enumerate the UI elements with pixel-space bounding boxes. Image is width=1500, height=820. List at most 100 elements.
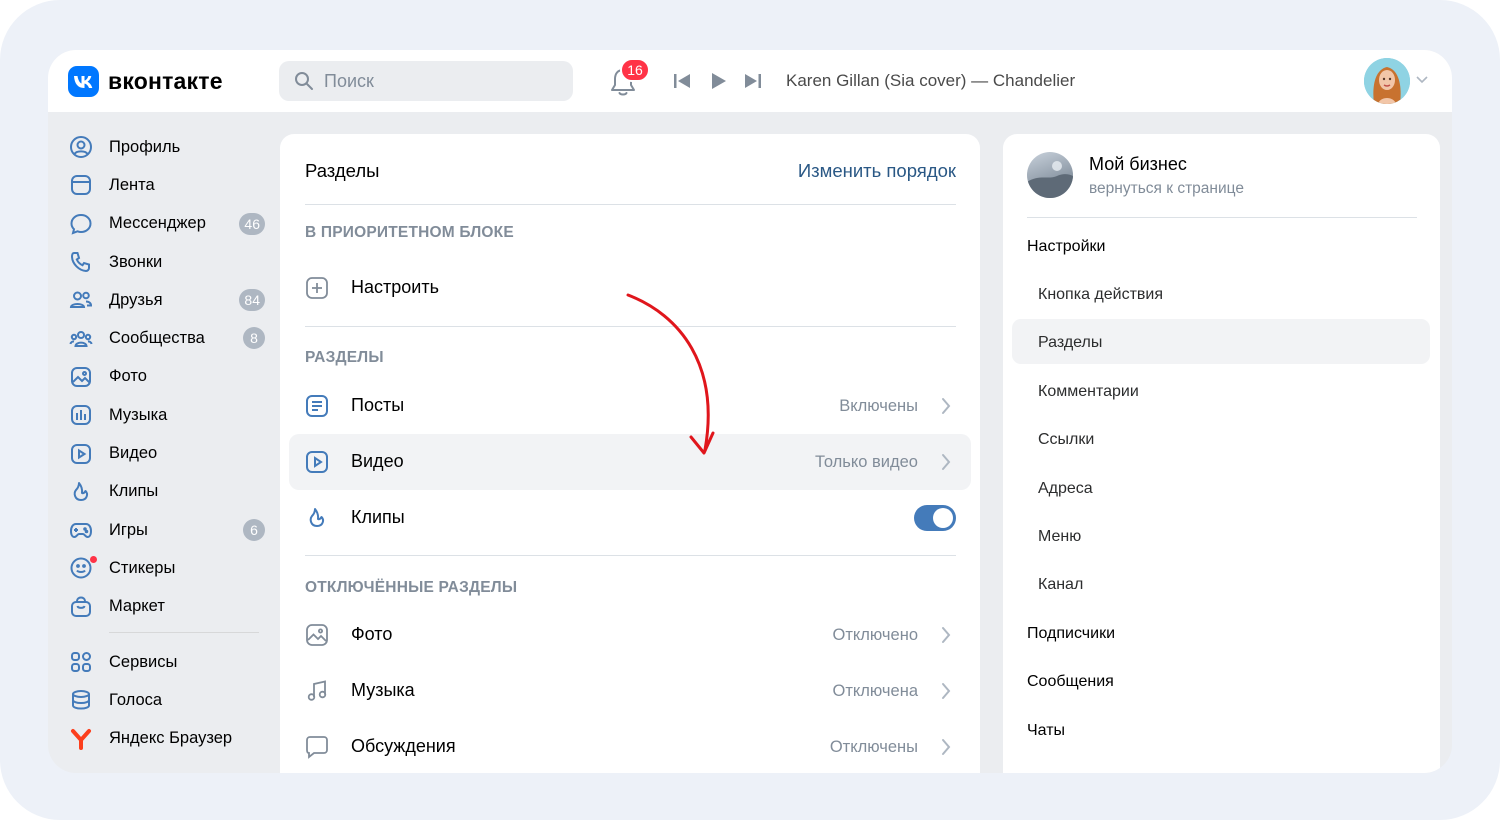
current-track[interactable]: Karen Gillan (Sia cover) — Chandelier: [786, 71, 1075, 91]
nav-count-badge: 8: [243, 327, 265, 350]
business-name[interactable]: Мой бизнес: [1089, 154, 1187, 175]
vk-logo-icon: [68, 66, 99, 97]
menu-messages[interactable]: Сообщения: [1027, 673, 1114, 691]
phone-icon: [68, 249, 94, 275]
nav-divider: [109, 631, 259, 633]
row-value: Отключено: [832, 626, 919, 644]
friends-icon: [68, 287, 94, 313]
gamepad-icon: [68, 517, 94, 543]
nav-item-communities[interactable]: Сообщества 8: [68, 319, 268, 357]
new-dot-indicator: [89, 555, 98, 565]
communities-icon: [68, 326, 94, 352]
section-row-clips: Клипы: [289, 490, 971, 546]
disabled-row-photo[interactable]: Фото Отключено: [289, 607, 971, 663]
clips-toggle[interactable]: [914, 505, 956, 531]
nav-label: Музыка: [109, 405, 168, 424]
play-icon[interactable]: [709, 72, 727, 90]
section-title-sections: РАЗДЕЛЫ: [305, 349, 384, 366]
nav-label: Сообщества: [109, 329, 205, 348]
menu-chats[interactable]: Чаты: [1027, 722, 1065, 740]
plus-square-icon: [306, 277, 328, 299]
search-icon: [295, 72, 313, 90]
row-label: Посты: [351, 395, 405, 415]
nav-count-badge: 6: [243, 518, 265, 541]
left-nav: Профиль Лента Мессенджер 46 Звонки Друзь…: [68, 128, 268, 758]
nav-item-feed[interactable]: Лента: [68, 166, 268, 204]
chevron-right-icon: [942, 739, 951, 755]
row-label: Фото: [351, 624, 393, 644]
business-avatar[interactable]: [1027, 152, 1073, 198]
section-title-disabled: ОТКЛЮЧЁННЫЕ РАЗДЕЛЫ: [305, 579, 518, 596]
chevron-right-icon: [942, 398, 951, 414]
nav-item-clips[interactable]: Клипы: [68, 473, 268, 511]
menu-addresses[interactable]: Адреса: [1038, 480, 1093, 498]
menu-subscribers[interactable]: Подписчики: [1027, 625, 1115, 643]
notifications-badge: 16: [620, 58, 650, 82]
vk-logo[interactable]: вконтакте: [68, 66, 223, 97]
nav-item-photo[interactable]: Фото: [68, 358, 268, 396]
nav-item-music[interactable]: Музыка: [68, 396, 268, 434]
menu-sections[interactable]: Разделы: [1038, 334, 1102, 352]
logo-text: вконтакте: [108, 68, 223, 94]
feed-icon: [68, 172, 94, 198]
nav-item-friends[interactable]: Друзья 84: [68, 281, 268, 319]
nav-item-video[interactable]: Видео: [68, 434, 268, 472]
menu-action-button[interactable]: Кнопка действия: [1038, 286, 1163, 304]
nav-label: Клипы: [109, 482, 159, 501]
divider: [305, 204, 956, 205]
video-icon: [68, 441, 94, 467]
nav-item-games[interactable]: Игры 6: [68, 511, 268, 549]
nav-item-yandex-browser[interactable]: Яндекс Браузер: [68, 719, 268, 757]
page-title: Разделы: [305, 160, 380, 181]
page-frame: вконтакте 16 Karen Gillan (Sia cover) — …: [0, 0, 1500, 820]
nav-item-profile[interactable]: Профиль: [68, 128, 268, 166]
row-value: Отключена: [832, 682, 919, 700]
divider: [305, 555, 956, 556]
top-bar: вконтакте 16 Karen Gillan (Sia cover) — …: [48, 50, 1452, 112]
next-track-icon[interactable]: [744, 72, 762, 90]
nav-label: Мессенджер: [109, 214, 206, 233]
menu-links[interactable]: Ссылки: [1038, 431, 1094, 449]
nav-label: Голоса: [109, 690, 163, 709]
change-order-link[interactable]: Изменить порядок: [798, 160, 956, 182]
previous-track-icon[interactable]: [673, 72, 691, 90]
posts-icon: [306, 395, 328, 417]
nav-label: Стикеры: [109, 558, 176, 577]
avatar[interactable]: [1364, 58, 1410, 104]
nav-item-services[interactable]: Сервисы: [68, 643, 268, 681]
nav-label: Профиль: [109, 137, 181, 156]
nav-item-messenger[interactable]: Мессенджер 46: [68, 205, 268, 243]
nav-item-votes[interactable]: Голоса: [68, 681, 268, 719]
nav-count-badge: 46: [239, 212, 265, 235]
search-input[interactable]: [324, 70, 544, 92]
chevron-right-icon: [942, 627, 951, 643]
nav-label: Сервисы: [109, 652, 178, 671]
divider: [1027, 217, 1417, 218]
user-circle-icon: [68, 134, 94, 160]
yandex-browser-icon: [68, 726, 94, 752]
nav-label: Звонки: [109, 252, 163, 271]
music-note-icon: [307, 680, 327, 701]
votes-icon: [68, 687, 94, 713]
disabled-row-discussions[interactable]: Обсуждения Отключены: [289, 719, 971, 773]
business-menu-card: Мой бизнес вернуться к странице Настройк…: [1003, 134, 1440, 773]
nav-label: Видео: [109, 444, 158, 463]
nav-label: Друзья: [109, 290, 163, 309]
nav-item-stickers[interactable]: Стикеры: [68, 549, 268, 587]
menu-settings[interactable]: Настройки: [1027, 238, 1105, 256]
search-box[interactable]: [279, 61, 573, 101]
back-to-page-link[interactable]: вернуться к странице: [1089, 180, 1244, 198]
nav-count-badge: 84: [239, 289, 265, 312]
market-icon: [68, 594, 94, 620]
row-value: Отключены: [829, 738, 918, 756]
chevron-down-icon[interactable]: [1416, 76, 1428, 84]
menu-comments[interactable]: Комментарии: [1038, 383, 1139, 401]
toggle-knob: [933, 508, 953, 528]
menu-menu[interactable]: Меню: [1038, 528, 1081, 546]
nav-item-market[interactable]: Маркет: [68, 588, 268, 626]
disabled-row-music[interactable]: Музыка Отключена: [289, 663, 971, 719]
nav-item-calls[interactable]: Звонки: [68, 243, 268, 281]
menu-channel[interactable]: Канал: [1038, 576, 1083, 594]
message-icon: [68, 211, 94, 237]
photo-icon: [68, 364, 94, 390]
